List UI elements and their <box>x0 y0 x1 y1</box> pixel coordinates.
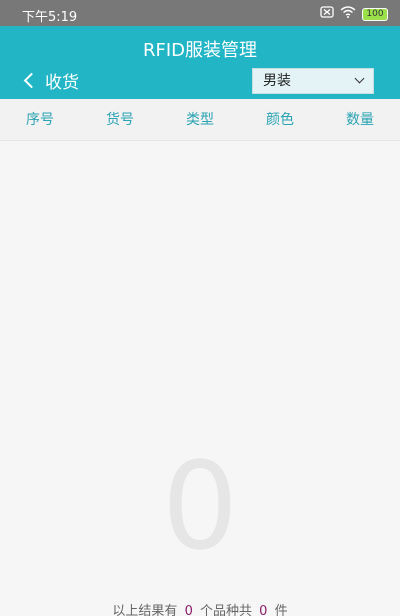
battery-icon: 100 <box>362 7 388 21</box>
column-header-type: 类型 <box>186 112 214 128</box>
close-box-icon <box>320 6 334 22</box>
status-time: 下午5:19 <box>22 10 78 25</box>
status-icons: 100 <box>320 6 388 22</box>
category-select-value: 男装 <box>263 73 291 89</box>
total-count-display: 0 <box>161 438 239 577</box>
status-bar: 下午5:19 100 <box>0 0 400 26</box>
summary-suffix: 件 <box>274 604 288 616</box>
category-select[interactable]: 男装 <box>252 68 374 94</box>
page-title: 收货 <box>45 73 79 93</box>
app-header: RFID服装管理 收货 男装 <box>0 26 400 99</box>
summary-prefix: 以上结果有 <box>112 604 178 616</box>
summary-middle: 个品种共 <box>199 604 252 616</box>
chevron-down-icon <box>354 73 365 84</box>
table-header: 序号 货号 类型 颜色 数量 <box>0 99 400 141</box>
wifi-icon <box>340 6 356 22</box>
column-header-sku: 货号 <box>106 112 134 128</box>
app-title: RFID服装管理 <box>142 40 258 61</box>
item-count: 0 <box>184 604 193 616</box>
column-header-index: 序号 <box>26 112 54 128</box>
chevron-left-icon <box>23 72 40 89</box>
column-header-color: 颜色 <box>266 112 294 128</box>
piece-count: 0 <box>259 604 268 616</box>
column-header-quantity: 数量 <box>346 112 374 128</box>
result-summary: 以上结果有 0 个品种共 0 件 <box>0 600 400 616</box>
back-button[interactable]: 收货 <box>22 68 79 93</box>
